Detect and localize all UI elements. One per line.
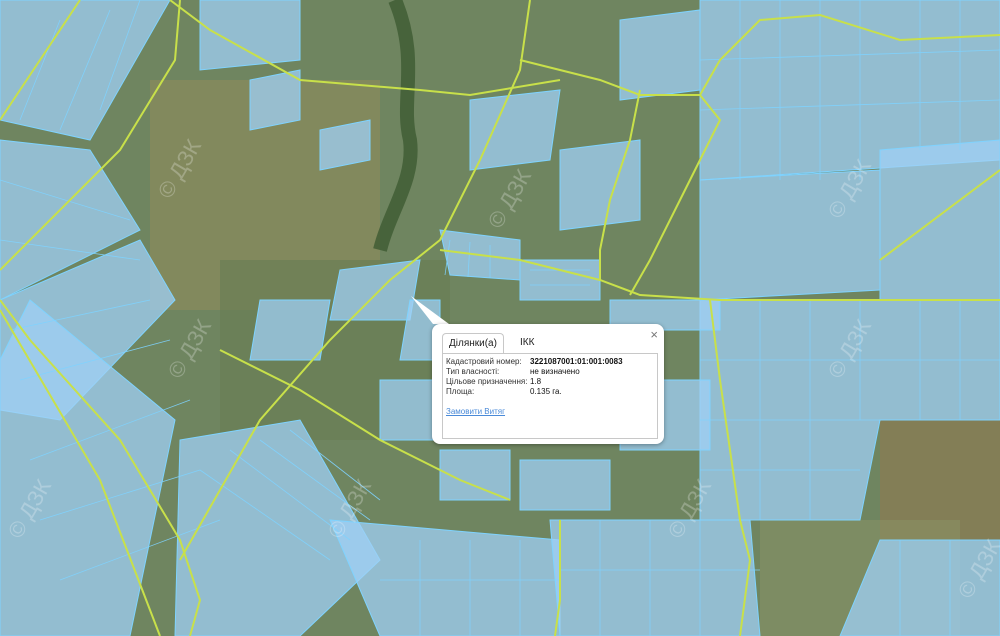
ownership-type-label: Тип власності: <box>446 367 500 376</box>
area-label: Площа: <box>446 387 475 396</box>
popup-tabs: Ділянки(а) ІКК <box>442 333 656 353</box>
ownership-type-value: не визначено <box>530 367 580 376</box>
cadastral-number-value: 3221087001:01:001:0083 <box>530 357 623 366</box>
cadastral-map[interactable]: © ДЗК © ДЗК © ДЗК © ДЗК © ДЗК © ДЗК © ДЗ… <box>0 0 1000 636</box>
area-value: 0.135 га. <box>530 387 562 396</box>
tab-parcels[interactable]: Ділянки(а) <box>442 333 504 353</box>
purpose-label: Цільове призначення: <box>446 377 528 386</box>
parcel-info-popup: × Ділянки(а) ІКК Кадастровий номер: 3221… <box>432 324 664 444</box>
cadastral-number-label: Кадастровий номер: <box>446 357 522 366</box>
parcel-details: Кадастровий номер: 3221087001:01:001:008… <box>442 353 658 439</box>
purpose-value: 1.8 <box>530 377 542 386</box>
tab-ikk[interactable]: ІКК <box>514 333 540 352</box>
order-extract-link[interactable]: Замовити Витяг <box>446 407 505 416</box>
